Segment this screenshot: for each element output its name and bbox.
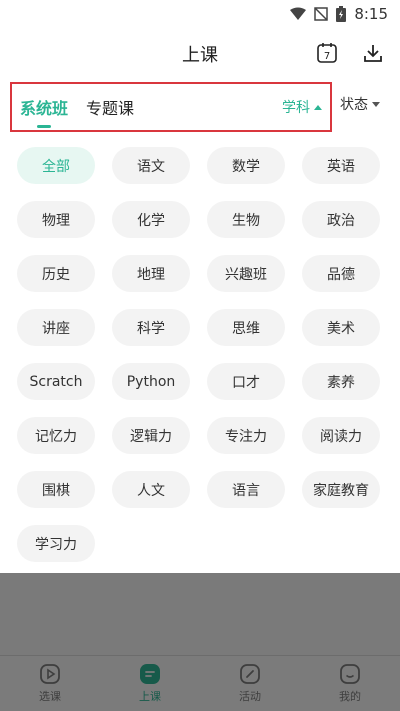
nav-label: 活动 [239,690,261,703]
nav-label: 上课 [139,690,161,703]
subject-chip[interactable]: 思维 [207,309,285,346]
subject-chip[interactable]: 人文 [112,471,190,508]
subject-chip[interactable]: 围棋 [17,471,95,508]
tab-system-class[interactable]: 系统班 [20,95,68,119]
nav-item-me[interactable]: 我的 [300,656,400,711]
status-bar: 8:15 [0,0,400,28]
wifi-icon [290,7,307,21]
subject-chip[interactable]: Scratch [17,363,95,400]
download-icon[interactable] [360,40,386,66]
calendar-icon[interactable]: 7 [314,40,340,66]
subject-filter-dropdown[interactable]: 学科 [282,97,322,117]
caret-up-icon [314,104,322,110]
subject-chip[interactable]: 语文 [112,147,190,184]
calendar-day: 7 [324,51,330,62]
clock-time: 8:15 [354,5,388,23]
nav-item-select-course[interactable]: 选课 [0,656,100,711]
nav-label: 我的 [339,690,361,703]
subject-chip[interactable]: 兴趣班 [207,255,285,292]
subject-chip[interactable]: 品德 [302,255,380,292]
tab-topic-course[interactable]: 专题课 [86,95,134,119]
caret-down-icon [372,101,380,107]
subject-chip[interactable]: 逻辑力 [112,417,190,454]
subject-chip[interactable]: 数学 [207,147,285,184]
subject-chip-grid: 全部 语文 数学 英语物理 化学 生物 政治历史 地理 兴趣班 品德讲座 科学 思维 美术 Scratch… [17,147,383,562]
subject-chip[interactable]: 美术 [302,309,380,346]
bottom-nav: 选课 上课 活动 我的 [0,655,400,711]
subject-chip[interactable]: 化学 [112,201,190,238]
subject-chip[interactable]: 学习力 [17,525,95,562]
subject-chip[interactable]: 语言 [207,471,285,508]
subject-chip[interactable]: 英语 [302,147,380,184]
nav-item-class[interactable]: 上课 [100,656,200,711]
class-icon [139,663,161,685]
battery-charging-icon [336,6,347,22]
play-circle-icon [39,663,61,685]
subject-chip[interactable]: 专注力 [207,417,285,454]
nav-label: 选课 [39,690,61,703]
no-signal-icon [314,7,329,21]
subject-chip[interactable]: 阅读力 [302,417,380,454]
subject-chip[interactable]: 生物 [207,201,285,238]
subject-chip[interactable]: 地理 [112,255,190,292]
page-title: 上课 [182,45,218,66]
subject-chip[interactable]: 家庭教育 [302,471,380,508]
subject-filter-label: 学科 [282,100,310,116]
subject-chip[interactable]: 物理 [17,201,95,238]
subject-chip[interactable]: 口才 [207,363,285,400]
status-filter-label: 状态 [340,97,368,113]
subject-chip[interactable]: 历史 [17,255,95,292]
subject-chip[interactable]: 全部 [17,147,95,184]
page-header: 上课 7 [0,28,400,80]
subject-chip[interactable]: 素养 [302,363,380,400]
subject-chip[interactable]: 讲座 [17,309,95,346]
nav-item-activity[interactable]: 活动 [200,656,300,711]
subject-chip[interactable]: 政治 [302,201,380,238]
edit-icon [239,663,261,685]
status-filter-dropdown[interactable]: 状态 [340,94,380,114]
subject-chip[interactable]: 科学 [112,309,190,346]
subject-chip[interactable]: 记忆力 [17,417,95,454]
subject-chip[interactable]: Python [112,363,190,400]
course-type-tabs: 系统班 专题课 学科 [10,82,332,132]
smiley-icon [339,663,361,685]
